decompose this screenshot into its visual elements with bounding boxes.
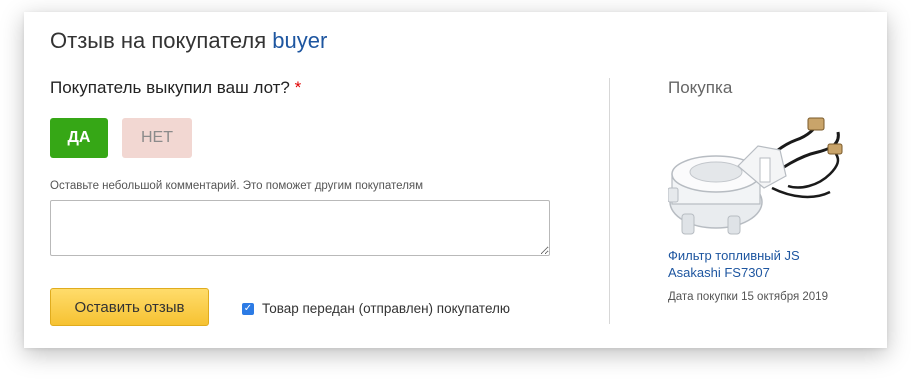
question-label: Покупатель выкупил ваш лот? [50, 78, 290, 97]
purchase-section-title: Покупка [668, 78, 733, 97]
yes-button[interactable]: ДА [50, 118, 108, 158]
submit-review-button[interactable]: Оставить отзыв [50, 288, 209, 326]
buyer-username-link[interactable]: buyer [272, 28, 327, 53]
purchase-date: Дата покупки 15 октября 2019 [668, 291, 828, 303]
product-name-link[interactable]: Фильтр топливный JS Asakashi FS7307 [668, 247, 838, 281]
required-mark: * [294, 78, 302, 97]
bought-question: Покупатель выкупил ваш лот? * [50, 78, 301, 98]
comment-hint: Оставьте небольшой комментарий. Это помо… [50, 180, 424, 192]
fuel-filter-image[interactable] [668, 116, 848, 238]
no-button[interactable]: НЕТ [122, 118, 192, 158]
title-prefix: Отзыв на покупателя [50, 28, 267, 53]
review-card: Отзыв на покупателя buyer Покупатель вык… [24, 12, 887, 348]
shipped-checkbox-row[interactable]: ✓ Товар передан (отправлен) покупателю [242, 301, 510, 316]
column-divider [609, 78, 610, 324]
comment-textarea[interactable] [50, 200, 550, 256]
shipped-checkbox[interactable]: ✓ [242, 302, 254, 315]
shipped-checkbox-label[interactable]: Товар передан (отправлен) покупателю [262, 301, 510, 316]
page-title: Отзыв на покупателя buyer [50, 28, 327, 54]
